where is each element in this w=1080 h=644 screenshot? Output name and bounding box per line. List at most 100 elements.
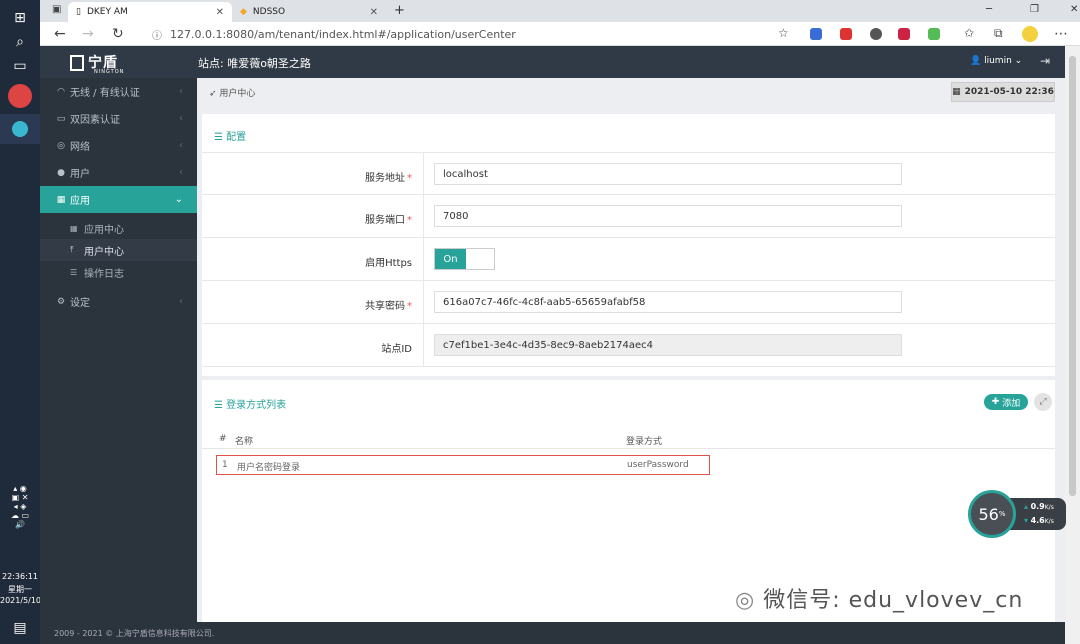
app-colorful-icon[interactable] (8, 84, 32, 108)
tab-dkey-am[interactable]: ▯ DKEY AM ✕ (68, 2, 232, 22)
wifi-icon: ◠ (57, 86, 65, 97)
column-index: # (219, 434, 227, 444)
usage-gauge: 56% (968, 490, 1016, 538)
row-name: 用户名密码登录 (237, 463, 301, 473)
user-menu[interactable]: 👤 liumin ⌄ (970, 56, 1022, 66)
site-title: 站点: 唯爱薇o朝圣之路 (198, 57, 311, 70)
field-enable-https: 启用Https On (202, 238, 1055, 281)
https-toggle[interactable]: On (434, 248, 495, 270)
breadcrumb: ➶ 用户中心 (209, 89, 256, 99)
forward-icon[interactable]: → (82, 26, 94, 42)
main-content: ➶ 用户中心 ▦ 2021-05-10 22:36 ☰ 配置 服务地址 * loca… (197, 78, 1065, 622)
profile-avatar[interactable] (1022, 26, 1038, 42)
extension-pink-icon[interactable] (898, 28, 910, 40)
address-bar[interactable]: ⓘ 127.0.0.1:8080/am/tenant/index.html#/a… (140, 24, 740, 44)
sidebar-item-two-factor[interactable]: ▭ 双因素认证 ‹ (40, 105, 197, 132)
expand-icon[interactable]: ⤢ (1034, 393, 1052, 411)
sidebar-item-settings[interactable]: ⚙ 设定 ‹ (40, 288, 197, 315)
gear-icon: ⚙ (56, 296, 66, 307)
login-list-title: ☰ 登录方式列表 (214, 400, 287, 411)
user-icon: 👤 (970, 56, 982, 66)
table-row[interactable]: 1 用户名密码登录 userPassword (216, 455, 710, 475)
column-method: 登录方式 (626, 437, 663, 447)
field-service-address: 服务地址 * localhost (202, 152, 1055, 196)
sidebar: ◠ 无线 / 有线认证 ‹ ▭ 双因素认证 ‹ ◎ 网络 ‹ ● 用户 ‹ ▦ 应用 ⌄ ▦ 应用中心… (40, 78, 197, 622)
collections-icon[interactable]: ⧉ (994, 26, 1003, 41)
site-id-input[interactable]: c7ef1be1-3e4c-4d35-8ec9-8aeb2174aec4 (434, 334, 902, 356)
sidebar-item-apps[interactable]: ▦ 应用 ⌄ (40, 186, 197, 213)
extension-st-icon[interactable] (928, 28, 940, 40)
logo-mark-icon (70, 55, 84, 71)
extension-new-icon[interactable] (810, 28, 822, 40)
notification-icon[interactable]: ▤ (8, 616, 32, 640)
close-window-button[interactable]: ✕ (1070, 4, 1078, 15)
search-icon[interactable]: ⌕ (8, 30, 32, 54)
more-menu-icon[interactable]: ⋯ (1054, 26, 1068, 42)
user-icon: ● (57, 167, 65, 178)
app-header: 宁盾 NINGTON 站点: 唯爱薇o朝圣之路 👤 liumin ⌄ ⇥ (40, 46, 1065, 78)
download-speed: 4.6 (1030, 516, 1045, 525)
plus-icon: ✚ (991, 397, 1000, 407)
add-button[interactable]: ✚ 添加 (984, 394, 1028, 410)
sidebar-subitem-app-center[interactable]: ▦ 应用中心 (40, 217, 197, 239)
favorites-icon[interactable]: ✩ (964, 26, 974, 40)
field-shared-secret: 共享密码 * 616a07c7-46fc-4c8f-aab5-65659afabf… (202, 281, 1055, 324)
scrollbar-thumb[interactable] (1069, 56, 1076, 496)
browser-toolbar: ← → ↻ ⓘ 127.0.0.1:8080/am/tenant/index.h… (40, 22, 1080, 46)
upload-speed: 0.9 (1030, 502, 1045, 511)
tab-actions-icon[interactable]: ▣ (52, 4, 61, 15)
close-tab-icon[interactable]: ✕ (370, 7, 378, 18)
grid-icon: ▦ (56, 194, 66, 205)
task-view-icon[interactable]: ▭ (8, 54, 32, 78)
column-name: 名称 (235, 437, 254, 447)
network-speed-widget[interactable]: ▴ 0.9K/s ▾ 4.6K/s 56% (968, 490, 1066, 538)
date-badge: ▦ 2021-05-10 22:36 (951, 82, 1055, 102)
tab-title: DKEY AM (86, 7, 128, 17)
sidebar-item-users[interactable]: ● 用户 ‹ (40, 159, 197, 186)
new-tab-button[interactable]: + (394, 3, 405, 18)
navigation-icon: ➶ (209, 89, 217, 99)
row-index: 1 (222, 460, 228, 470)
tab-ndsso[interactable]: ◆ NDSSO ✕ (232, 2, 386, 22)
maximize-button[interactable]: ❐ (1030, 4, 1039, 15)
service-address-input[interactable]: localhost (434, 163, 902, 185)
sidebar-subitem-operation-log[interactable]: ☰ 操作日志 (40, 261, 197, 283)
toggle-on-label: On (435, 249, 466, 269)
edge-browser-icon[interactable] (0, 114, 40, 144)
logo: 宁盾 NINGTON (70, 52, 124, 75)
field-service-port: 服务端口 * 7080 (202, 195, 1055, 238)
grid-icon: ▦ (70, 223, 78, 233)
footer: 2009 - 2021 © 上海宁盾信息科技有限公司. (40, 622, 1065, 644)
calendar-icon: ▦ (952, 87, 961, 97)
list-icon: ☰ (214, 132, 223, 143)
refresh-icon[interactable]: ↻ (112, 26, 124, 42)
clock-time[interactable]: 22:36:11 (0, 572, 40, 581)
browser-tab-strip: ▣ ▯ DKEY AM ✕ ◆ NDSSO ✕ + ─ ❐ ✕ (40, 0, 1080, 22)
ndsso-favicon-icon: ◆ (240, 7, 247, 17)
wechat-icon: ◎ (735, 588, 756, 613)
page-icon: ▯ (76, 7, 81, 17)
upload-icon: ⤒ (70, 245, 74, 254)
list-icon: ☰ (214, 400, 223, 411)
info-icon[interactable]: ⓘ (152, 27, 162, 42)
tab-title: NDSSO (252, 7, 286, 17)
username: liumin (984, 56, 1012, 66)
extension-gauge-icon[interactable] (870, 28, 882, 40)
scrollbar[interactable] (1065, 46, 1080, 644)
minimize-button[interactable]: ─ (986, 4, 992, 15)
logout-icon[interactable]: ⇥ (1040, 54, 1050, 68)
clock-weekday: 星期一 (8, 585, 32, 594)
favorite-star-icon[interactable]: ☆ (778, 26, 789, 40)
extension-cloud-icon[interactable] (840, 28, 852, 40)
sidebar-item-network[interactable]: ◎ 网络 ‹ (40, 132, 197, 159)
url-text: 127.0.0.1:8080/am/tenant/index.html#/app… (170, 27, 516, 41)
service-port-input[interactable]: 7080 (434, 205, 902, 227)
globe-icon: ◎ (57, 140, 65, 151)
sidebar-item-wired-wireless[interactable]: ◠ 无线 / 有线认证 ‹ (40, 78, 197, 105)
windows-start-icon[interactable]: ⊞ (8, 6, 32, 30)
back-icon[interactable]: ← (54, 26, 66, 42)
tray-icons[interactable]: ▴ ◉ ▣ ✕ ◂ ◈ ☁ ▭ 🔊 (0, 484, 40, 529)
shared-secret-input[interactable]: 616a07c7-46fc-4c8f-aab5-65659afabf58 (434, 291, 902, 313)
close-tab-icon[interactable]: ✕ (216, 7, 224, 18)
sidebar-subitem-user-center[interactable]: ⤒ 用户中心 (40, 239, 197, 261)
